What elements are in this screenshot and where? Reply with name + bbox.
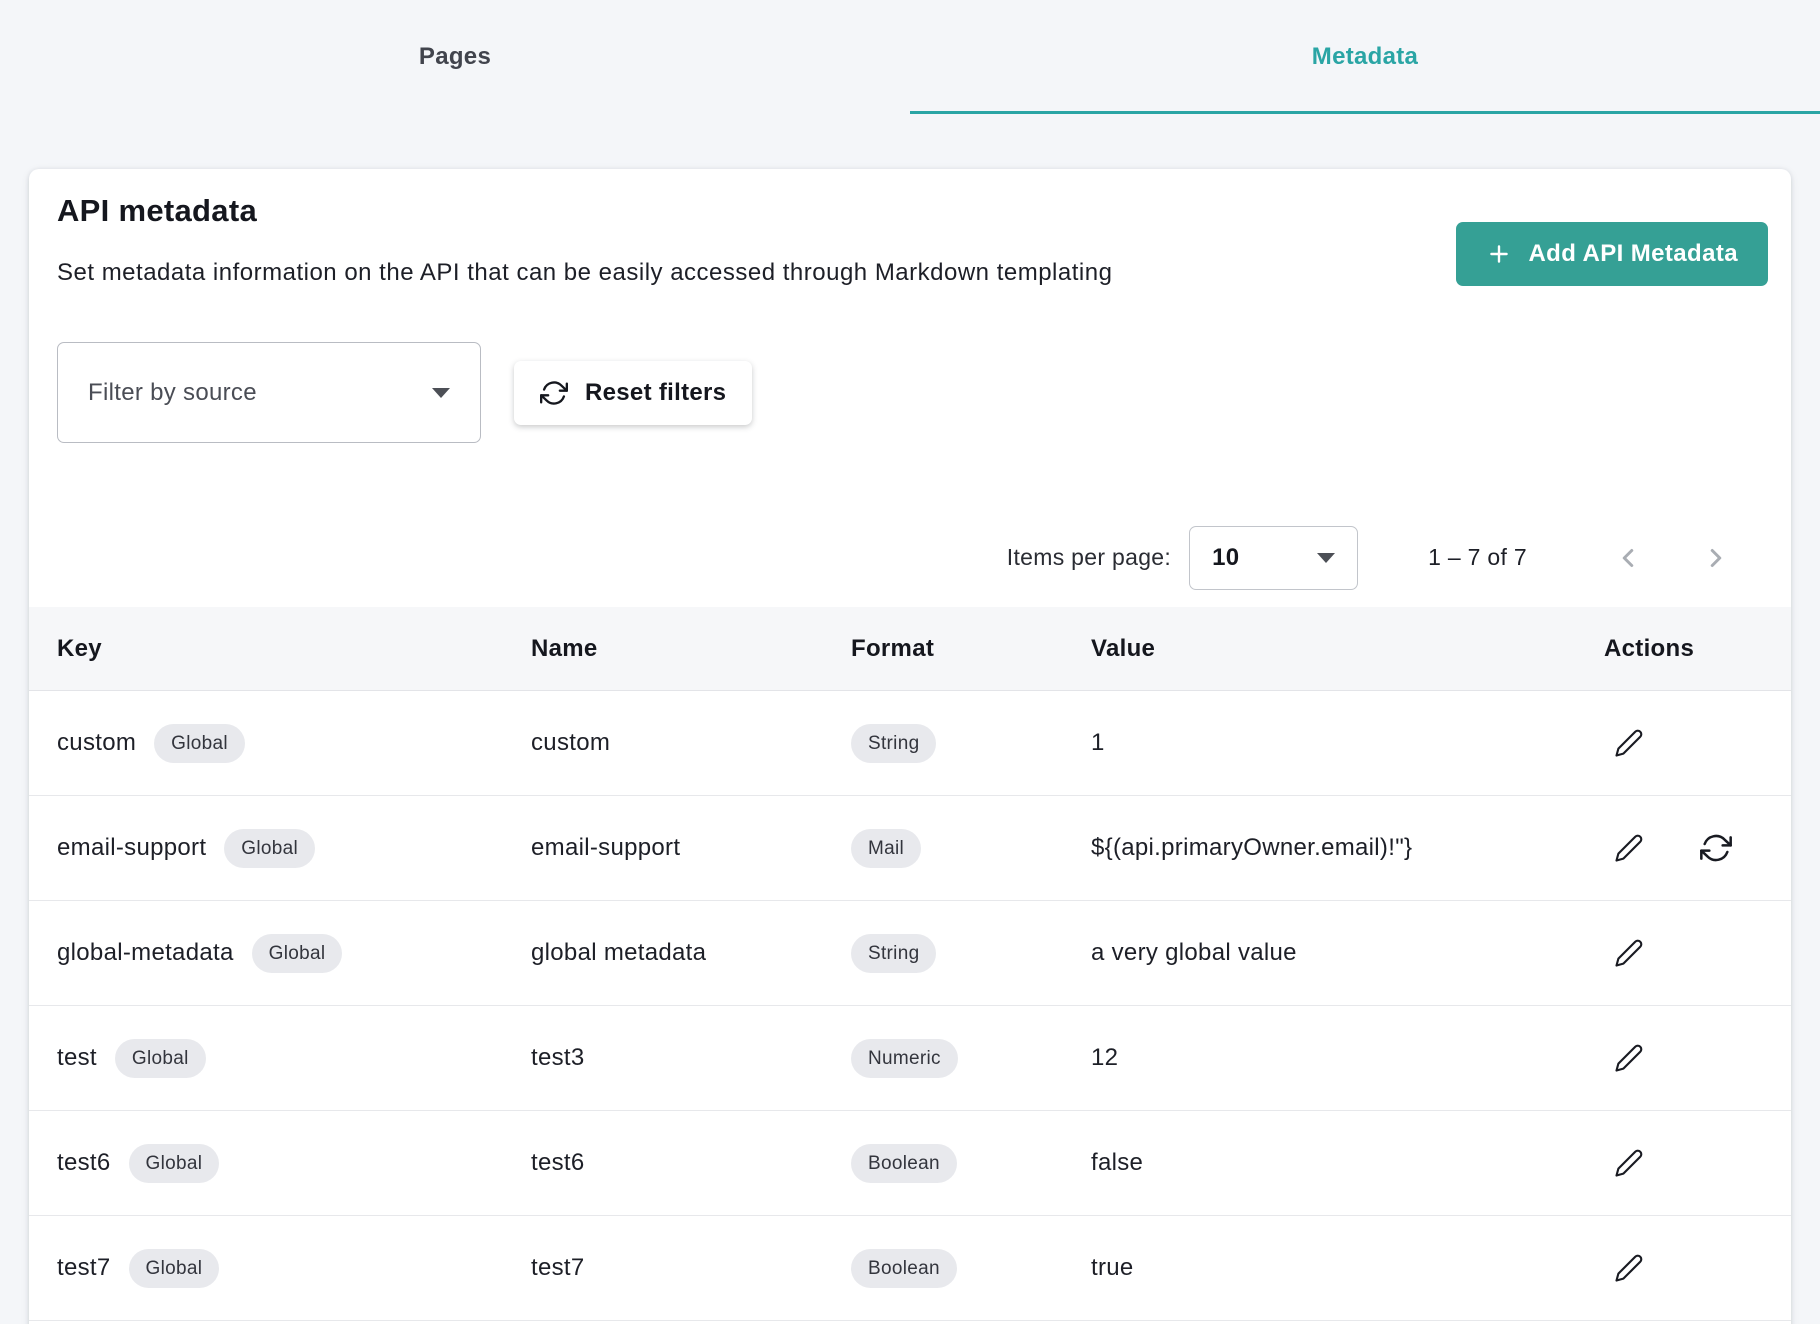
table-row: global-metadata Global global metadata S… <box>29 901 1791 1006</box>
tab-pages-label: Pages <box>419 43 491 71</box>
metadata-key: custom <box>57 729 136 757</box>
pencil-icon <box>1614 728 1644 758</box>
pencil-icon <box>1614 833 1644 863</box>
pencil-icon <box>1614 1043 1644 1073</box>
caret-down-icon <box>1317 553 1335 563</box>
column-header-actions: Actions <box>1604 635 1763 663</box>
add-api-metadata-label: Add API Metadata <box>1528 240 1738 268</box>
chevron-right-icon <box>1701 543 1731 573</box>
api-metadata-panel: API metadata Set metadata information on… <box>29 169 1791 1324</box>
format-badge: Boolean <box>851 1144 957 1183</box>
next-page-button[interactable] <box>1693 535 1739 581</box>
source-badge: Global <box>154 724 245 763</box>
metadata-value: ${(api.primaryOwner.email)!"} <box>1091 834 1604 862</box>
format-badge: String <box>851 724 936 763</box>
source-badge: Global <box>224 829 315 868</box>
tab-metadata-label: Metadata <box>1312 43 1418 71</box>
column-header-name: Name <box>531 635 851 663</box>
format-badge: Boolean <box>851 1249 957 1288</box>
column-header-format: Format <box>851 635 1091 663</box>
reset-filters-button[interactable]: Reset filters <box>514 361 752 425</box>
panel-header: API metadata Set metadata information on… <box>29 169 1791 287</box>
filter-by-source-placeholder: Filter by source <box>88 379 257 407</box>
table-row: test6 Global test6 Boolean false <box>29 1111 1791 1216</box>
pencil-icon <box>1614 1148 1644 1178</box>
metadata-name: test7 <box>531 1254 851 1282</box>
page-size-select[interactable]: 10 <box>1189 526 1358 590</box>
source-badge: Global <box>115 1039 206 1078</box>
pagination-range: 1 – 7 of 7 <box>1428 544 1527 571</box>
refresh-icon <box>540 379 568 407</box>
pencil-icon <box>1614 1253 1644 1283</box>
format-badge: Numeric <box>851 1039 958 1078</box>
metadata-key: test <box>57 1044 97 1072</box>
source-badge: Global <box>129 1249 220 1288</box>
source-badge: Global <box>252 934 343 973</box>
source-badge: Global <box>129 1144 220 1183</box>
table-header-row: Key Name Format Value Actions <box>29 607 1791 691</box>
metadata-key: test7 <box>57 1254 111 1282</box>
refresh-metadata-button[interactable] <box>1700 832 1732 864</box>
table-row: custom Global custom String 1 <box>29 691 1791 796</box>
metadata-value: false <box>1091 1149 1604 1177</box>
format-badge: Mail <box>851 829 921 868</box>
column-header-key: Key <box>57 635 531 663</box>
previous-page-button[interactable] <box>1605 535 1651 581</box>
top-tabbar: Pages Metadata <box>0 0 1820 114</box>
reset-filters-label: Reset filters <box>585 379 726 407</box>
metadata-key: global-metadata <box>57 939 234 967</box>
add-api-metadata-button[interactable]: Add API Metadata <box>1456 222 1768 286</box>
tab-pages[interactable]: Pages <box>0 0 910 114</box>
plus-icon <box>1486 241 1512 267</box>
metadata-key: test6 <box>57 1149 111 1177</box>
edit-button[interactable] <box>1614 1043 1644 1073</box>
edit-button[interactable] <box>1614 1148 1644 1178</box>
pencil-icon <box>1614 938 1644 968</box>
metadata-name: global metadata <box>531 939 851 967</box>
chevron-left-icon <box>1613 543 1643 573</box>
metadata-value: true <box>1091 1254 1604 1282</box>
edit-button[interactable] <box>1614 1253 1644 1283</box>
column-header-value: Value <box>1091 635 1604 663</box>
edit-button[interactable] <box>1614 833 1644 863</box>
metadata-name: test6 <box>531 1149 851 1177</box>
metadata-value: 12 <box>1091 1044 1604 1072</box>
refresh-icon <box>1700 832 1732 864</box>
edit-button[interactable] <box>1614 938 1644 968</box>
metadata-key: email-support <box>57 834 206 862</box>
edit-button[interactable] <box>1614 728 1644 758</box>
table-row: test7 Global test7 Boolean true <box>29 1216 1791 1321</box>
filter-by-source-select[interactable]: Filter by source <box>57 342 481 443</box>
caret-down-icon <box>432 388 450 398</box>
format-badge: String <box>851 934 936 973</box>
table-row: email-support Global email-support Mail … <box>29 796 1791 901</box>
metadata-name: email-support <box>531 834 851 862</box>
filter-bar: Filter by source Reset filters <box>57 342 1763 443</box>
table-row: test Global test3 Numeric 12 <box>29 1006 1791 1111</box>
metadata-name: test3 <box>531 1044 851 1072</box>
metadata-value: a very global value <box>1091 939 1604 967</box>
pagination-bar: Items per page: 10 1 – 7 of 7 <box>29 508 1791 607</box>
items-per-page-label: Items per page: <box>1007 544 1171 571</box>
tab-metadata[interactable]: Metadata <box>910 0 1820 114</box>
page-size-value: 10 <box>1212 544 1239 572</box>
metadata-value: 1 <box>1091 729 1604 757</box>
metadata-name: custom <box>531 729 851 757</box>
